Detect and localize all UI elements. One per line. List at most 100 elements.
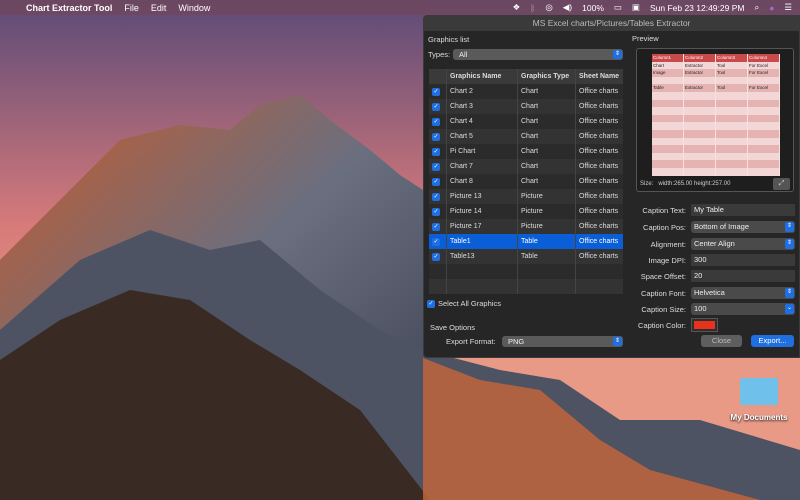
- types-select[interactable]: All ⇕: [453, 49, 623, 60]
- preview-cell: [716, 137, 748, 146]
- row-checkbox[interactable]: ✓: [429, 189, 447, 204]
- preview-cell: Column1: [652, 54, 684, 62]
- graphics-name: Pi Chart: [447, 144, 518, 159]
- preview-cell: [652, 122, 684, 130]
- preview-table-row: Chart Extractor Tool For Excel: [652, 61, 780, 70]
- caption-pos-select[interactable]: Bottom of Image ⇕: [691, 221, 795, 233]
- row-checkbox[interactable]: ✓: [429, 129, 447, 144]
- table-row[interactable]: ✓ Chart 8 Chart Office charts: [429, 174, 623, 189]
- preview-cell: [748, 122, 780, 130]
- preview-cell: [748, 137, 780, 146]
- select-all-checkbox[interactable]: ✓ Select All Graphics: [427, 299, 501, 308]
- checkmark-icon: ✓: [432, 253, 440, 261]
- caption-text-value: My Table: [694, 205, 724, 214]
- sheet-name: Office charts: [579, 193, 619, 200]
- table-row[interactable]: ✓ Pi Chart Chart Office charts: [429, 144, 623, 159]
- export-format-select[interactable]: PNG ⇕: [502, 336, 623, 347]
- sheet-name: Office charts: [579, 118, 619, 125]
- offset-input[interactable]: 20: [691, 270, 795, 282]
- checkmark-icon: ✓: [432, 88, 440, 96]
- wifi-icon[interactable]: ◎: [545, 2, 552, 13]
- table-row[interactable]: ✓ Chart 2 Chart Office charts: [429, 84, 623, 99]
- font-select[interactable]: Helvetica ⇕: [691, 287, 795, 299]
- preview-table-row: [652, 114, 780, 123]
- expand-preview-button[interactable]: ⤢: [773, 178, 790, 190]
- preview-cell: [716, 145, 748, 153]
- preview-cell: [684, 129, 716, 138]
- preview-cell: Extractor: [684, 84, 716, 92]
- my-documents-label[interactable]: My Documents: [724, 413, 794, 422]
- preview-cell: [716, 76, 748, 85]
- spotlight-search-icon[interactable]: ⌕: [754, 2, 759, 13]
- types-value: All: [459, 50, 468, 59]
- dpi-input[interactable]: 300: [691, 254, 795, 266]
- preview-table-row: [652, 122, 780, 130]
- row-checkbox[interactable]: ✓: [429, 219, 447, 234]
- table-row[interactable]: ✓ Picture 17 Picture Office charts: [429, 219, 623, 234]
- graphics-type: Picture: [518, 189, 576, 204]
- header-graphics-name[interactable]: Graphics Name: [447, 69, 518, 84]
- preview-cell: [716, 122, 748, 130]
- size-value: 100: [694, 304, 707, 313]
- table-header: Graphics Name Graphics Type Sheet Name: [429, 69, 623, 84]
- table-row[interactable]: ✓ Table1 Table Office charts: [429, 234, 623, 249]
- row-checkbox[interactable]: ✓: [429, 114, 447, 129]
- volume-icon[interactable]: ◀): [563, 2, 572, 13]
- table-row[interactable]: ✓ Chart 4 Chart Office charts: [429, 114, 623, 129]
- checkmark-icon: ✓: [432, 223, 440, 231]
- row-checkbox[interactable]: ✓: [429, 204, 447, 219]
- table-row[interactable]: ✓ Table13 Table Office charts: [429, 249, 623, 264]
- preview-cell: [684, 145, 716, 153]
- alignment-select[interactable]: Center Align ⇕: [691, 238, 795, 250]
- table-row[interactable]: ✓ Picture 14 Picture Office charts: [429, 204, 623, 219]
- graphics-name: Table1: [447, 234, 518, 249]
- preview-cell: Column4: [748, 54, 780, 62]
- caption-text-input[interactable]: My Table: [691, 204, 795, 216]
- siri-icon[interactable]: ●: [769, 3, 774, 13]
- font-value: Helvetica: [694, 288, 725, 297]
- menu-file[interactable]: File: [124, 3, 139, 13]
- dropbox-icon[interactable]: ❖: [513, 2, 521, 13]
- row-checkbox[interactable]: ✓: [429, 234, 447, 249]
- graphics-name: Chart 7: [447, 159, 518, 174]
- graphics-name: Picture 13: [447, 189, 518, 204]
- chevron-updown-icon: ⇕: [613, 50, 622, 59]
- header-graphics-type[interactable]: Graphics Type: [518, 69, 576, 84]
- size-select[interactable]: 100 ⌄: [691, 303, 795, 315]
- row-checkbox[interactable]: ✓: [429, 84, 447, 99]
- row-checkbox[interactable]: ✓: [429, 174, 447, 189]
- menu-app-name[interactable]: Chart Extractor Tool: [26, 3, 112, 13]
- row-checkbox[interactable]: ✓: [429, 249, 447, 264]
- battery-percent[interactable]: 100%: [582, 3, 604, 13]
- clock[interactable]: Sun Feb 23 12:49:29 PM: [650, 3, 745, 13]
- row-checkbox[interactable]: ✓: [429, 144, 447, 159]
- my-documents-folder-icon[interactable]: [740, 378, 778, 405]
- menu-edit[interactable]: Edit: [151, 3, 167, 13]
- row-checkbox[interactable]: ✓: [429, 159, 447, 174]
- app-status-icon[interactable]: ▣: [632, 2, 640, 13]
- preview-table-row: Column1 Column2 Column3 Column4: [652, 54, 780, 62]
- battery-icon[interactable]: ▭: [614, 2, 622, 13]
- row-checkbox[interactable]: ✓: [429, 99, 447, 114]
- checkmark-icon: ✓: [432, 148, 440, 156]
- preview-table-row: [652, 152, 780, 161]
- preview-cell: Extractor: [684, 69, 716, 77]
- table-row[interactable]: ✓ Chart 7 Chart Office charts: [429, 159, 623, 174]
- header-sheet-name[interactable]: Sheet Name: [576, 69, 623, 84]
- menu-window[interactable]: Window: [178, 3, 210, 13]
- bluetooth-icon[interactable]: ᛒ: [530, 3, 535, 13]
- preview-cell: [716, 114, 748, 123]
- preview-cell: Tool: [716, 69, 748, 77]
- export-button[interactable]: Export...: [751, 335, 794, 347]
- save-options-title: Save Options: [430, 323, 476, 332]
- graphics-name: Chart 8: [447, 174, 518, 189]
- table-row[interactable]: ✓ Chart 5 Chart Office charts: [429, 129, 623, 144]
- table-row[interactable]: ✓ Chart 3 Chart Office charts: [429, 99, 623, 114]
- close-button[interactable]: Close: [701, 335, 742, 347]
- table-row[interactable]: ✓ Picture 13 Picture Office charts: [429, 189, 623, 204]
- extractor-window: MS Excel charts/Pictures/Tables Extracto…: [423, 15, 800, 358]
- sheet-name: Office charts: [579, 148, 619, 155]
- notification-center-icon[interactable]: ☰: [784, 2, 792, 13]
- preview-cell: [652, 167, 684, 176]
- caption-color-well[interactable]: [691, 318, 718, 332]
